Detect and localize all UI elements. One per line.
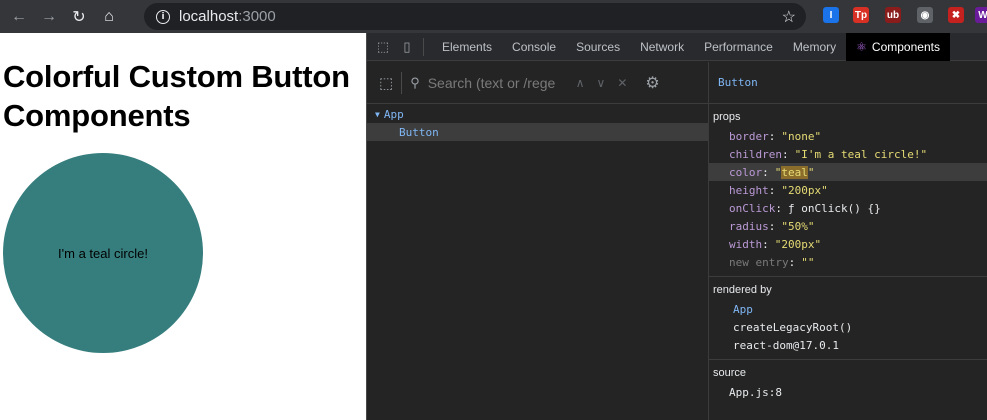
prop-row[interactable]: onClick: ƒ onClick() {} (709, 199, 987, 217)
component-search-bar: ⬚ ⚲ ∧ ∨ ✕ ⚙ (367, 62, 708, 104)
rendered-by-item: createLegacyRoot() (733, 320, 853, 334)
tab-network[interactable]: Network (630, 33, 694, 61)
rendered-by-title: rendered by (713, 284, 772, 296)
back-button[interactable]: ← (8, 6, 30, 28)
prop-row[interactable]: width: "200px" (709, 235, 987, 253)
reload-button[interactable]: ↻ (68, 6, 90, 28)
info-icon[interactable]: i (156, 9, 170, 24)
device-toolbar-icon[interactable]: ▯ (399, 39, 415, 55)
source-location[interactable]: App.js:8 (709, 383, 987, 401)
ext-shield-icon[interactable]: ◉ (917, 7, 933, 23)
tab-console[interactable]: Console (502, 33, 566, 61)
source-section: source App.js:8 (709, 360, 987, 406)
ext-tp-icon[interactable]: Tp (853, 7, 869, 23)
page-title: Colorful Custom Button Components (3, 59, 350, 133)
prop-key: width (729, 237, 763, 251)
prop-row[interactable]: radius: "50%" (709, 217, 987, 235)
next-result-icon[interactable]: ∨ (597, 76, 606, 90)
clear-search-icon[interactable]: ✕ (617, 76, 627, 90)
prop-key: border (729, 129, 769, 143)
page-viewport: Colorful Custom Button Components I'm a … (0, 33, 366, 420)
props-section: props border: "none" children: "I'm a teal … (709, 104, 987, 277)
tree-item-button[interactable]: Button (367, 123, 708, 141)
prop-row[interactable]: new entry: "" (709, 253, 987, 271)
prop-key: new entry (729, 255, 789, 269)
component-search-input[interactable] (427, 74, 562, 91)
prop-value[interactable]: "none" (781, 130, 821, 143)
prop-key: onClick (729, 201, 776, 215)
rendered-by-item: react-dom@17.0.1 (733, 338, 839, 352)
prop-value[interactable]: "50%" (781, 220, 814, 233)
component-tree: ▼ App Button (367, 105, 708, 141)
tab-components[interactable]: ⚛ Components (846, 32, 950, 61)
prop-value[interactable]: "I'm a teal circle!" (795, 148, 927, 161)
teal-circle-button[interactable]: I'm a teal circle! (3, 153, 203, 353)
devtools-tab-bar: ⬚ ▯ Elements Console Sources Network Perform… (367, 32, 987, 61)
tab-elements[interactable]: Elements (432, 33, 502, 61)
inspect-element-icon[interactable]: ⬚ (375, 39, 391, 55)
selected-component-name: Button (709, 62, 987, 104)
source-title: source (713, 367, 747, 379)
browser-toolbar: ← → ↻ ⌂ i localhost:3000 ☆ I Tp ub ◉ ✖ W (0, 0, 987, 33)
settings-gear-icon[interactable]: ⚙ (645, 73, 659, 93)
prop-key: radius (729, 219, 769, 233)
tab-performance[interactable]: Performance (694, 33, 783, 61)
tab-sources[interactable]: Sources (566, 33, 630, 61)
ext-blue-icon[interactable]: I (823, 7, 839, 23)
component-inspector-pane: Button props border: "none" children: "I'm … (708, 62, 987, 420)
prop-row[interactable]: color: "teal" (709, 163, 987, 181)
ext-red-icon[interactable]: ✖ (948, 7, 964, 23)
forward-button[interactable]: → (38, 6, 60, 28)
prop-value[interactable]: "200px" (775, 238, 821, 251)
select-component-icon[interactable]: ⬚ (379, 74, 393, 92)
prop-row[interactable]: border: "none" (709, 127, 987, 145)
prop-key: height (729, 183, 769, 197)
tree-item-label: App (383, 107, 404, 121)
prop-value[interactable]: ƒ onClick() {} (788, 202, 881, 215)
address-bar[interactable]: i localhost:3000 ☆ (144, 3, 806, 30)
tree-item-label: Button (399, 125, 439, 139)
ext-purple-icon[interactable]: W (975, 7, 987, 23)
prop-value[interactable]: "200px" (781, 184, 827, 197)
expand-caret-icon[interactable]: ▼ (375, 110, 380, 119)
devtools-panel: ⬚ ▯ Elements Console Sources Network Perform… (366, 32, 987, 420)
search-icon: ⚲ (410, 74, 420, 90)
prop-key: children (729, 147, 782, 161)
props-title: props (713, 111, 741, 123)
tab-memory[interactable]: Memory (783, 33, 846, 61)
ext-ublock-icon[interactable]: ub (885, 7, 901, 23)
rendered-by-section: rendered by App createLegacyRoot() react… (709, 277, 987, 360)
home-button[interactable]: ⌂ (98, 6, 120, 28)
component-tree-pane: ⬚ ⚲ ∧ ∨ ✕ ⚙ ▼ App Button (367, 62, 708, 420)
tree-item-app[interactable]: ▼ App (367, 105, 708, 123)
react-logo-icon: ⚛ (856, 39, 867, 54)
rendered-by-app-link[interactable]: App (709, 300, 987, 318)
url-text[interactable]: localhost:3000 (179, 8, 276, 25)
star-icon[interactable]: ☆ (782, 7, 796, 27)
previous-result-icon[interactable]: ∧ (576, 76, 585, 90)
prop-value[interactable]: "" (801, 256, 814, 269)
search-divider (401, 71, 403, 94)
prop-key: color (729, 165, 763, 179)
prop-row[interactable]: children: "I'm a teal circle!" (709, 145, 987, 163)
prop-value[interactable]: "teal" (775, 165, 815, 179)
toolbar-divider (423, 37, 424, 56)
prop-row[interactable]: height: "200px" (709, 181, 987, 199)
